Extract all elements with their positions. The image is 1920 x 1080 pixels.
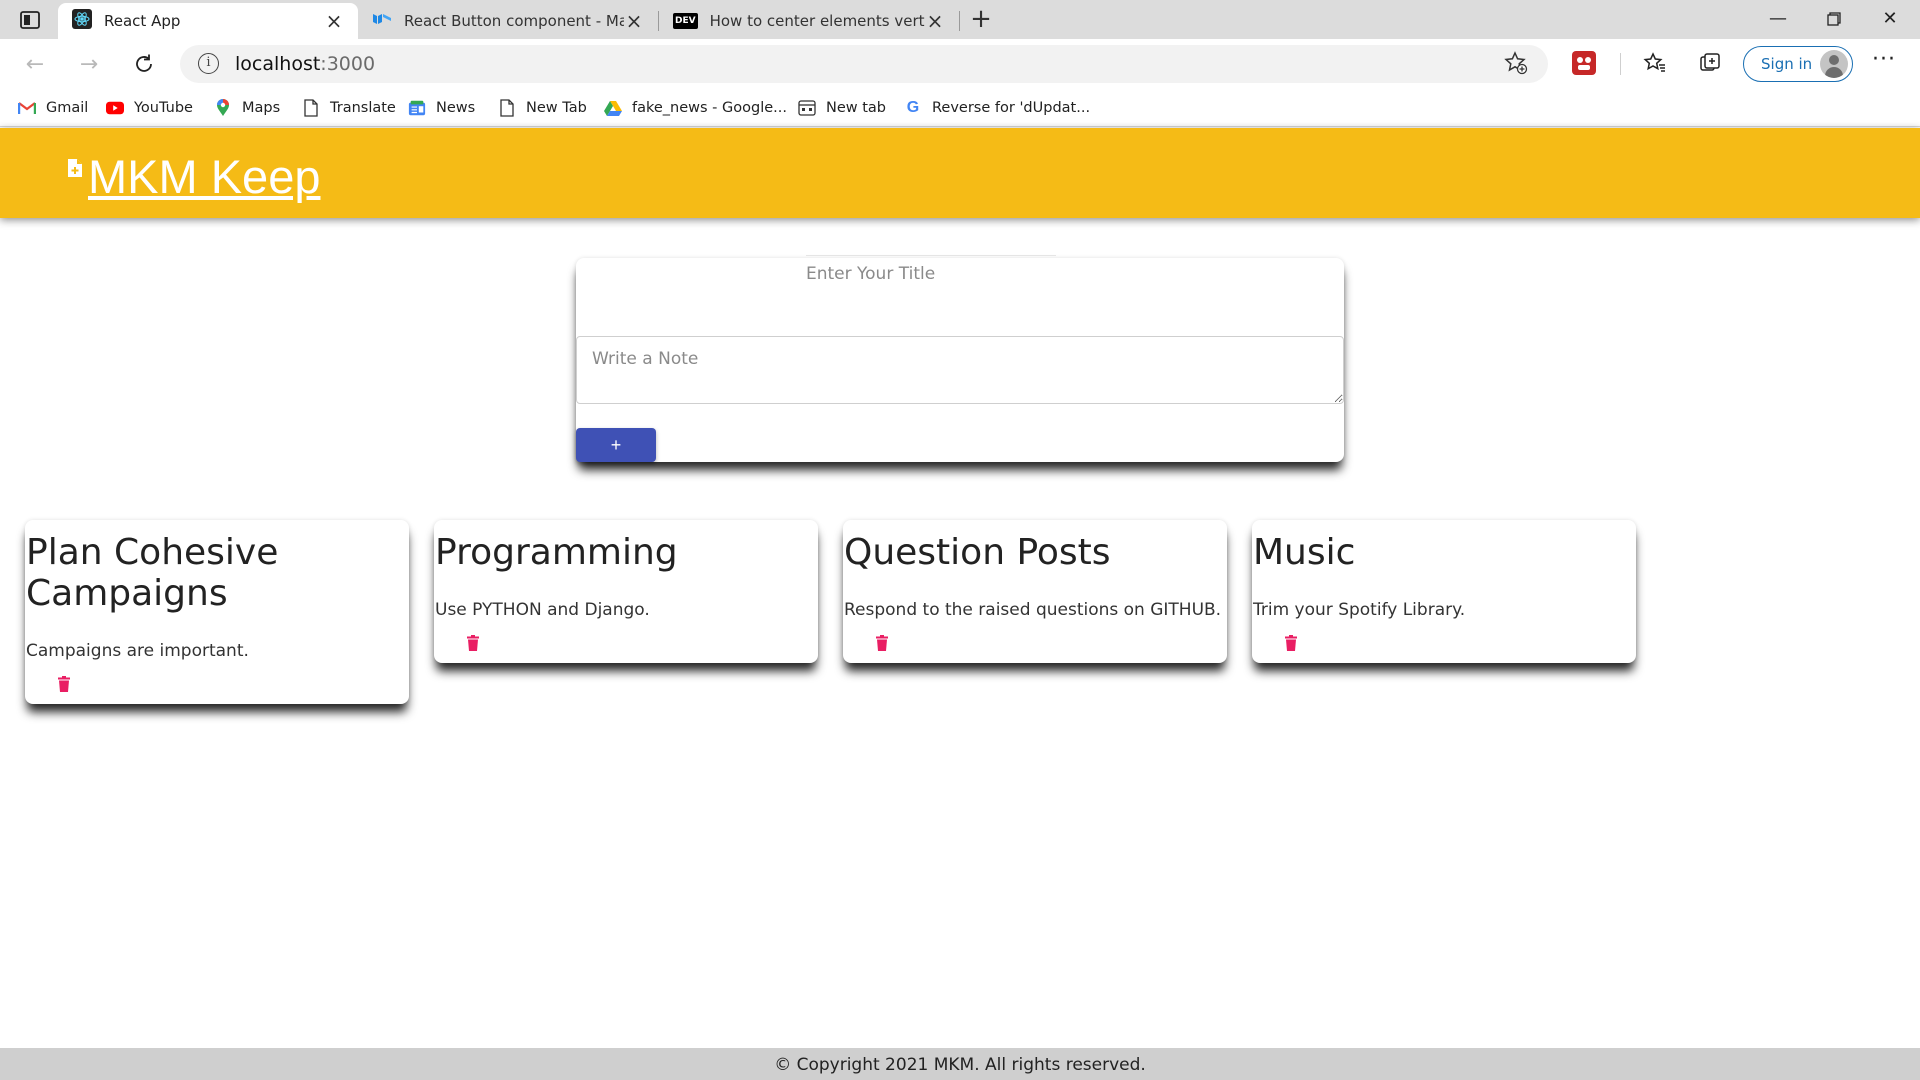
note-card: Plan Cohesive Campaigns Campaigns are im… [25, 520, 409, 704]
bookmark-label: Maps [242, 100, 281, 116]
bookmark-label: Gmail [46, 100, 89, 116]
material-ui-icon [372, 11, 392, 31]
drive-icon [604, 99, 622, 117]
url-text[interactable]: localhost:3000 [235, 53, 375, 75]
restore-icon[interactable] [1806, 4, 1862, 34]
note-title: Question Posts [844, 532, 1111, 573]
close-tab-icon[interactable]: × [324, 9, 344, 33]
news-icon [408, 99, 426, 117]
close-window-icon[interactable]: ✕ [1862, 4, 1918, 34]
tab-react-button[interactable]: React Button component - Mate × [358, 3, 658, 39]
note-title-input[interactable] [806, 255, 1056, 291]
add-note-button[interactable]: + [576, 428, 656, 462]
create-note-form: + [576, 255, 1344, 462]
brand-link[interactable]: MKM Keep [67, 150, 321, 203]
bookmark-label: Reverse for 'dUpdat... [932, 100, 1091, 116]
page-content: MKM Keep + Plan Cohesive Campaigns Campa… [0, 128, 1920, 1080]
more-options-icon[interactable]: ··· [1872, 47, 1896, 72]
back-arrow-icon[interactable]: ← [20, 49, 50, 79]
bookmark-newtab[interactable]: New tab [798, 96, 886, 120]
refresh-icon[interactable] [129, 49, 159, 79]
bookmark-reverse[interactable]: G Reverse for 'dUpdat... [904, 96, 1090, 120]
dev-icon: DEV [673, 13, 698, 29]
bookmark-youtube[interactable]: YouTube [106, 96, 193, 120]
note-body: Respond to the raised questions on GITHU… [844, 600, 1222, 620]
maps-icon [214, 99, 232, 117]
delete-icon[interactable] [467, 635, 479, 651]
tab-actions-icon[interactable] [18, 9, 42, 31]
address-bar-row: ← → i localhost:3000 Sign in ··· [0, 39, 1920, 89]
bookmark-fake-news[interactable]: fake_news - Google... [604, 96, 787, 120]
toolbar-divider [1620, 53, 1621, 75]
note-body: Campaigns are important. [26, 641, 249, 661]
bookmark-gmail[interactable]: Gmail [18, 96, 88, 120]
bookmark-label: fake_news - Google... [632, 100, 787, 116]
tab-title: React Button component - Mate [404, 12, 624, 30]
page-footer: © Copyright 2021 MKM. All rights reserve… [0, 1048, 1920, 1080]
tab-react-app[interactable]: React App × [58, 3, 358, 39]
url-bar[interactable]: i localhost:3000 [180, 45, 1548, 83]
bookmark-news[interactable]: News [408, 96, 475, 120]
gmail-icon [18, 99, 36, 117]
url-host: localhost [235, 53, 321, 75]
extension-icon[interactable] [1572, 51, 1596, 75]
favorites-icon[interactable] [1642, 51, 1668, 77]
brand-title: MKM Keep [88, 150, 321, 203]
tab-title: React App [104, 12, 181, 30]
bookmark-label: New Tab [526, 100, 587, 116]
sign-in-button[interactable]: Sign in [1743, 46, 1853, 82]
site-info-icon[interactable]: i [198, 53, 219, 74]
note-body: Use PYTHON and Django. [435, 600, 650, 620]
page-icon [302, 99, 320, 117]
app-header: MKM Keep [0, 128, 1920, 218]
tab-divider [959, 11, 960, 31]
tab-dev-article[interactable]: DEV How to center elements verticall × [659, 3, 959, 39]
bookmark-maps[interactable]: Maps [214, 96, 280, 120]
bookmark-label: YouTube [134, 100, 193, 116]
minimize-icon[interactable]: — [1750, 4, 1806, 34]
add-favorite-icon[interactable] [1504, 51, 1528, 81]
delete-icon[interactable] [58, 676, 70, 692]
bookmark-new-tab[interactable]: New Tab [498, 96, 587, 120]
bookmarks-bar: Gmail YouTube Maps Translate News New Ta… [0, 89, 1920, 127]
youtube-icon [106, 99, 124, 117]
bookmark-translate[interactable]: Translate [302, 96, 396, 120]
newtab-icon [798, 99, 816, 117]
close-tab-icon[interactable]: × [925, 9, 945, 33]
bookmark-label: News [436, 100, 476, 116]
bookmark-label: Translate [330, 100, 396, 116]
note-card: Programming Use PYTHON and Django. [434, 520, 818, 663]
note-add-icon [67, 158, 83, 178]
sign-in-label: Sign in [1761, 55, 1813, 73]
note-title: Music [1253, 532, 1356, 573]
copyright-text: © Copyright 2021 MKM. All rights reserve… [774, 1055, 1146, 1075]
browser-tab-bar: React App × React Button component - Mat… [0, 0, 1920, 39]
note-card: Question Posts Respond to the raised que… [843, 520, 1227, 663]
google-icon: G [906, 99, 920, 116]
note-content-textarea[interactable] [576, 336, 1344, 404]
delete-icon[interactable] [1285, 635, 1297, 651]
note-body: Trim your Spotify Library. [1253, 600, 1466, 620]
url-port: :3000 [320, 53, 376, 75]
react-icon [72, 9, 92, 33]
bookmark-label: New tab [826, 100, 887, 116]
new-tab-button[interactable]: + [966, 5, 996, 35]
note-card: Music Trim your Spotify Library. [1252, 520, 1636, 663]
avatar-icon [1820, 50, 1848, 78]
page-icon [498, 99, 516, 117]
note-title: Programming [435, 532, 678, 573]
note-title: Plan Cohesive Campaigns [26, 532, 279, 614]
delete-icon[interactable] [876, 635, 888, 651]
close-tab-icon[interactable]: × [624, 9, 644, 33]
forward-arrow-icon[interactable]: → [74, 49, 104, 79]
tab-title: How to center elements verticall [709, 12, 925, 30]
collections-icon[interactable] [1697, 51, 1723, 77]
